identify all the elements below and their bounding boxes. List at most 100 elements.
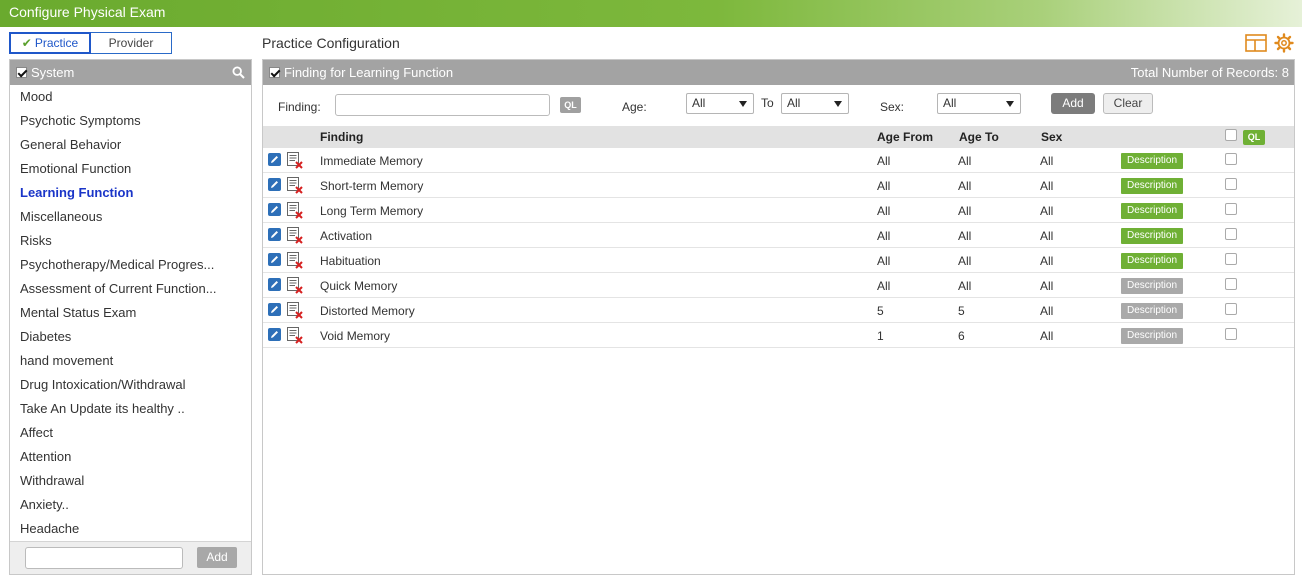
sidebar-item[interactable]: Mental Status Exam [10,301,251,325]
age-to-cell: All [958,254,972,268]
table-header: Finding Age From Age To Sex QL [263,126,1294,148]
finding-ql-button[interactable]: QL [560,97,581,113]
age-to-cell: 6 [958,329,965,343]
description-button[interactable]: Description [1121,328,1183,344]
sidebar-item[interactable]: General Behavior [10,133,251,157]
sidebar-item[interactable]: Affect [10,421,251,445]
layout-icon[interactable] [1245,34,1267,52]
finding-panel-header: Finding for Learning Function Total Numb… [263,60,1294,85]
row-checkbox[interactable] [1225,153,1237,165]
table-row: Long Term Memory All All All Description [263,198,1294,223]
finding-filter-label: Finding: [278,100,321,114]
sidebar-item[interactable]: Headache [10,517,251,541]
description-button[interactable]: Description [1121,278,1183,294]
practice-toggle-button[interactable]: ✔ Practice [9,32,91,54]
system-select-all-checkbox[interactable] [16,67,27,78]
description-button[interactable]: Description [1121,228,1183,244]
row-checkbox[interactable] [1225,278,1237,290]
sidebar-item[interactable]: Attention [10,445,251,469]
select-all-rows-checkbox[interactable] [1225,129,1237,141]
clear-button[interactable]: Clear [1103,93,1153,114]
sex-cell: All [1040,204,1054,218]
age-from-cell: 1 [877,329,884,343]
sidebar-item[interactable]: Learning Function [10,181,251,205]
row-checkbox[interactable] [1225,328,1237,340]
description-button[interactable]: Description [1121,178,1183,194]
edit-icon[interactable] [268,278,281,291]
sidebar-item[interactable]: hand movement [10,349,251,373]
delete-icon[interactable] [287,177,303,194]
practice-provider-toggle: ✔ Practice Provider [9,32,172,54]
finding-panel-title: Finding for Learning Function [284,65,454,80]
edit-icon[interactable] [268,328,281,341]
filter-bar: Finding: QL Age: All To All Sex: All Add… [263,85,1294,125]
description-button[interactable]: Description [1121,153,1183,169]
age-to-select[interactable]: All [781,93,849,114]
system-panel-header: System [10,60,251,85]
age-from-select[interactable]: All [686,93,754,114]
description-button[interactable]: Description [1121,203,1183,219]
delete-icon[interactable] [287,302,303,319]
add-finding-button[interactable]: Add [1051,93,1095,114]
table-row: Quick Memory All All All Description [263,273,1294,298]
row-checkbox[interactable] [1225,303,1237,315]
age-from-cell: 5 [877,304,884,318]
sidebar-item[interactable]: Mood [10,85,251,109]
ql-header-button[interactable]: QL [1243,130,1265,145]
description-button[interactable]: Description [1121,303,1183,319]
row-checkbox[interactable] [1225,228,1237,240]
table-row: Immediate Memory All All All Description [263,148,1294,173]
sidebar-item[interactable]: Emotional Function [10,157,251,181]
sidebar-item[interactable]: Diabetes [10,325,251,349]
edit-icon[interactable] [268,228,281,241]
delete-icon[interactable] [287,277,303,294]
edit-icon[interactable] [268,203,281,216]
table-row: Activation All All All Description [263,223,1294,248]
row-checkbox[interactable] [1225,253,1237,265]
finding-select-all-checkbox[interactable] [269,67,280,78]
add-system-button[interactable]: Add [197,547,237,568]
delete-icon[interactable] [287,252,303,269]
age-to-cell: All [958,204,972,218]
sex-select[interactable]: All [937,93,1021,114]
sidebar-item[interactable]: Drug Intoxication/Withdrawal [10,373,251,397]
sex-cell: All [1040,279,1054,293]
chevron-down-icon [1006,101,1014,107]
gear-icon[interactable] [1274,33,1294,53]
age-from-cell: All [877,154,891,168]
findings-table: Finding Age From Age To Sex QL Immediate… [263,126,1294,348]
sex-cell: All [1040,179,1054,193]
sidebar-item[interactable]: Anxiety.. [10,493,251,517]
delete-icon[interactable] [287,327,303,344]
finding-cell: Short-term Memory [320,179,424,193]
sidebar-item[interactable]: Assessment of Current Function... [10,277,251,301]
column-age-to: Age To [959,130,999,144]
edit-icon[interactable] [268,253,281,266]
sidebar-item[interactable]: Risks [10,229,251,253]
sex-cell: All [1040,254,1054,268]
finding-filter-input[interactable] [335,94,550,116]
new-system-input[interactable] [25,547,183,569]
finding-cell: Void Memory [320,329,391,343]
provider-toggle-button[interactable]: Provider [91,32,172,54]
system-list: Mood Psychotic Symptoms General Behavior Em… [10,85,251,541]
column-age-from: Age From [877,130,934,144]
row-checkbox[interactable] [1225,178,1237,190]
sidebar-item[interactable]: Psychotic Symptoms [10,109,251,133]
age-to-cell: All [958,279,972,293]
edit-icon[interactable] [268,153,281,166]
edit-icon[interactable] [268,303,281,316]
description-button[interactable]: Description [1121,253,1183,269]
age-from-cell: All [877,254,891,268]
system-add-bar: Add [10,541,251,574]
sidebar-item[interactable]: Take An Update its healthy .. [10,397,251,421]
edit-icon[interactable] [268,178,281,191]
sidebar-item[interactable]: Miscellaneous [10,205,251,229]
sidebar-item[interactable]: Psychotherapy/Medical Progres... [10,253,251,277]
search-icon[interactable] [232,66,245,79]
delete-icon[interactable] [287,227,303,244]
delete-icon[interactable] [287,202,303,219]
sidebar-item[interactable]: Withdrawal [10,469,251,493]
row-checkbox[interactable] [1225,203,1237,215]
delete-icon[interactable] [287,152,303,169]
